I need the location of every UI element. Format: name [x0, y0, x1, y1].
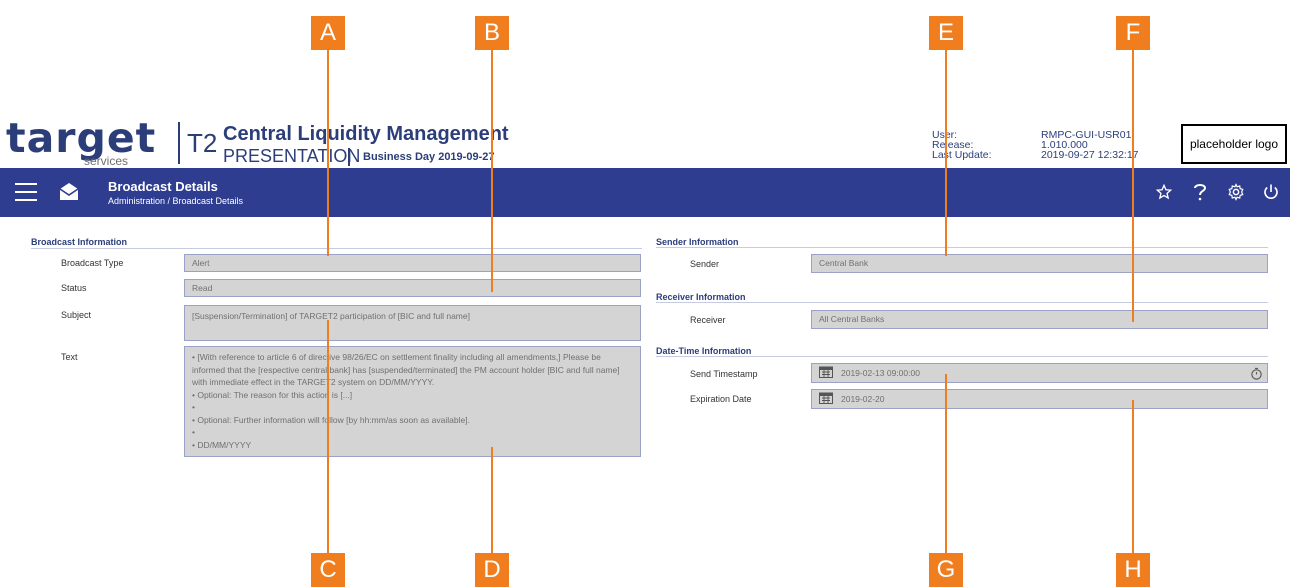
text-line: • DD/MM/YYYY	[192, 439, 252, 450]
app-title: Central Liquidity Management	[223, 123, 509, 145]
callout-g: G	[929, 553, 963, 587]
placeholder-logo: placeholder logo	[1181, 124, 1287, 164]
business-day: Business Day 2019-09-27	[363, 151, 495, 163]
broadcast-section-title: Broadcast Information	[31, 237, 128, 247]
callout-e-line	[945, 50, 947, 256]
text-line: • [With reference to article 6 of direct…	[192, 352, 601, 362]
subject-label: Subject	[61, 310, 92, 320]
last-update-value: 2019-09-27 12:32:17	[1041, 149, 1139, 161]
receiver-section-divider	[656, 302, 1268, 303]
callout-h: H	[1116, 553, 1150, 587]
sender-label: Sender	[690, 259, 720, 269]
logo-services: services	[84, 154, 129, 168]
header-divider	[178, 122, 180, 164]
help-icon[interactable]	[1188, 180, 1212, 204]
broadcast-type-field[interactable]: Alert	[184, 254, 641, 272]
callout-d-line	[491, 447, 493, 553]
sender-field[interactable]: Central Bank	[811, 254, 1268, 273]
receiver-section-title: Receiver Information	[656, 292, 746, 302]
datetime-section-divider	[656, 356, 1268, 357]
datetime-section-title: Date-Time Information	[656, 346, 752, 356]
send-timestamp-field[interactable]: 2019-02-13 09:00:00	[811, 363, 1268, 383]
environment-label: PRESENTATION	[223, 146, 361, 166]
callout-f: F	[1116, 16, 1150, 50]
nav-bar: Broadcast Details Administration / Broad…	[0, 168, 1290, 217]
callout-h-line	[1132, 400, 1134, 553]
power-icon[interactable]	[1259, 180, 1283, 204]
envelope-icon	[58, 180, 80, 207]
callout-c-line	[327, 320, 329, 553]
status-label: Status	[61, 283, 87, 293]
callout-b-line	[491, 50, 493, 292]
subject-field[interactable]: [Suspension/Termination] of TARGET2 part…	[184, 305, 641, 341]
target-services-logo: target services	[6, 114, 157, 169]
logo-wordmark: target	[6, 114, 157, 162]
broadcast-section-divider	[31, 248, 642, 249]
callout-f-line	[1132, 50, 1134, 322]
callout-d: D	[475, 553, 509, 587]
callout-g-line	[945, 374, 947, 553]
last-update-label: Last Update:	[932, 149, 992, 161]
app-code: T2	[187, 128, 218, 158]
text-line: • Optional: The reason for this action i…	[192, 389, 353, 400]
menu-icon[interactable]	[15, 183, 37, 201]
stopwatch-icon[interactable]	[1250, 367, 1263, 382]
expiration-date-field[interactable]: 2019-02-20	[811, 389, 1268, 409]
environment-divider	[348, 148, 350, 166]
status-field[interactable]: Read	[184, 279, 641, 297]
receiver-field[interactable]: All Central Banks	[811, 310, 1268, 329]
page-title: Broadcast Details	[108, 179, 218, 194]
text-line: •	[192, 402, 195, 412]
calendar-icon[interactable]	[819, 365, 833, 382]
text-line: • Optional: Further information will fol…	[192, 414, 470, 425]
calendar-icon[interactable]	[819, 391, 833, 408]
settings-icon[interactable]	[1224, 180, 1248, 204]
text-line: with immediate effect in the TARGET2 sys…	[192, 377, 435, 387]
broadcast-type-label: Broadcast Type	[61, 258, 124, 268]
receiver-label: Receiver	[690, 315, 726, 325]
sender-section-title: Sender Information	[656, 237, 739, 247]
text-label: Text	[61, 352, 78, 362]
expiration-date-label: Expiration Date	[690, 394, 752, 404]
callout-c: C	[311, 553, 345, 587]
send-timestamp-value: 2019-02-13 09:00:00	[841, 367, 920, 378]
breadcrumb[interactable]: Administration / Broadcast Details	[108, 196, 243, 206]
callout-e: E	[929, 16, 963, 50]
send-timestamp-label: Send Timestamp	[690, 369, 758, 379]
sender-section-divider	[656, 247, 1268, 248]
text-field[interactable]: • [With reference to article 6 of direct…	[184, 346, 641, 457]
callout-a-line	[327, 50, 329, 256]
star-icon[interactable]	[1152, 180, 1176, 204]
text-line: •	[192, 427, 195, 437]
callout-a: A	[311, 16, 345, 50]
expiration-date-value: 2019-02-20	[841, 393, 885, 404]
text-line: informed that the [respective central ba…	[192, 364, 620, 375]
callout-b: B	[475, 16, 509, 50]
